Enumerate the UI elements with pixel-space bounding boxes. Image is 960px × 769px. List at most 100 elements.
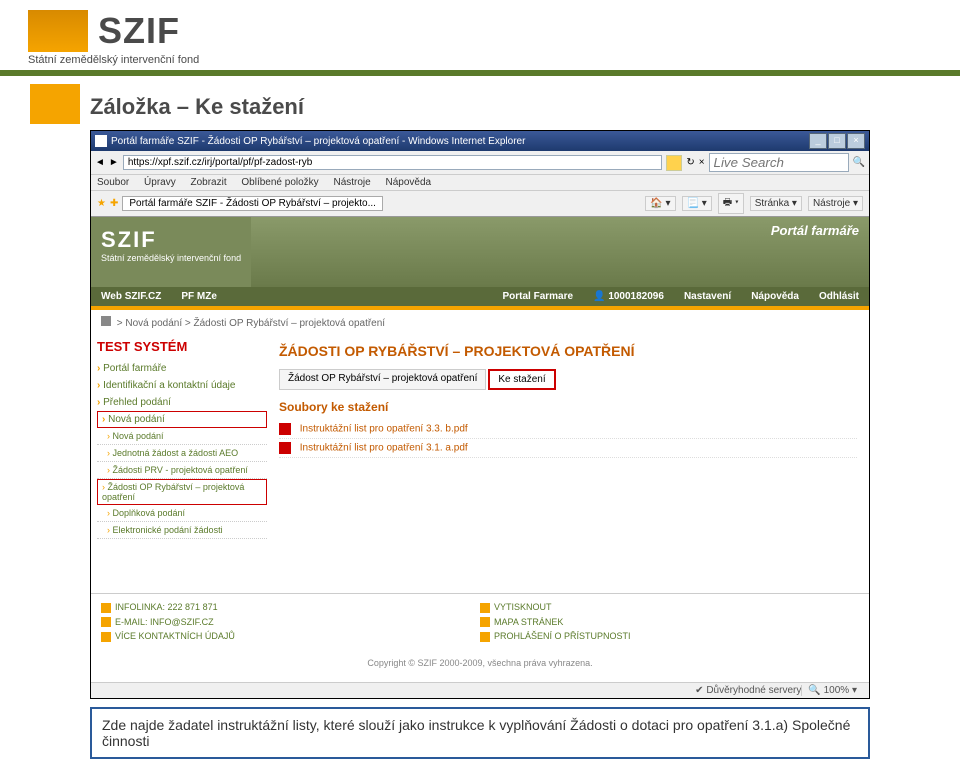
breadcrumb: > Nová podání > Žádosti OP Rybářství – p… (91, 310, 869, 335)
page-menu[interactable]: Stránka ▾ (750, 196, 802, 211)
nav-user-id[interactable]: 👤 1000182096 (583, 287, 674, 306)
print-button[interactable]: 🖶 ▾ (718, 193, 744, 214)
sidebar-sub-nova[interactable]: Nová podání (97, 428, 267, 445)
org-subtitle: Státní zemědělský intervenční fond (0, 52, 960, 70)
portal-banner: SZIF Státní zemědělský intervenční fond … (91, 217, 869, 287)
tab-zadost[interactable]: Žádost OP Rybářství – projektová opatřen… (279, 369, 486, 390)
tools-menu[interactable]: Nástroje ▾ (808, 196, 863, 211)
home-button[interactable]: 🏠 ▾ (645, 196, 675, 211)
file-row: Instruktážní list pro opatření 3.3. b.pd… (279, 420, 857, 439)
logo-mark (28, 10, 88, 52)
browser-tab-active[interactable]: Portál farmáře SZIF - Žádosti OP Rybářst… (122, 196, 383, 211)
sidebar-item-ident[interactable]: Identifikační a kontaktní údaje (97, 377, 267, 394)
menu-edit[interactable]: Úpravy (144, 177, 176, 188)
sidebar-sub-jednotna[interactable]: Jednotná žádost a žádosti AEO (97, 445, 267, 462)
sitemap-link[interactable]: MAPA STRÁNEK (494, 617, 563, 627)
nav-settings[interactable]: Nastavení (674, 287, 741, 306)
zoom-control[interactable]: 🔍 100% ▾ (801, 685, 863, 696)
tab-label: Portál farmáře SZIF - Žádosti OP Rybářst… (129, 198, 376, 209)
window-title: Portál farmáře SZIF - Žádosti OP Rybářst… (111, 136, 525, 147)
main-content: ŽÁDOSTI OP RYBÁŘSTVÍ – PROJEKTOVÁ OPATŘE… (267, 335, 869, 543)
stop-icon[interactable]: × (699, 157, 705, 168)
content-tabs: Žádost OP Rybářství – projektová opatřen… (279, 369, 857, 390)
portal-nav: Web SZIF.CZ PF MZe Portal Farmare 👤 1000… (91, 287, 869, 310)
print-icon (480, 603, 490, 613)
file-row: Instruktážní list pro opatření 3.1. a.pd… (279, 439, 857, 458)
org-logo: SZIF (28, 10, 180, 52)
divider-bar (0, 70, 960, 76)
portal-label: Portál farmáře (771, 223, 859, 238)
file-link-1[interactable]: Instruktážní list pro opatření 3.3. b.pd… (300, 424, 468, 435)
browser-toolbar: ★ ✚ Portál farmáře SZIF - Žádosti OP Ryb… (91, 191, 869, 217)
pdf-icon (279, 423, 291, 435)
favorites-icon[interactable]: ★ (97, 198, 106, 209)
email-link[interactable]: INFO@SZIF.CZ (150, 617, 214, 627)
security-zone: ✔ Důvěryhodné servery (695, 685, 801, 696)
mail-icon (101, 617, 111, 627)
window-titlebar: Portál farmáře SZIF - Žádosti OP Rybářst… (91, 131, 869, 151)
section-title: Soubory ke stažení (279, 400, 857, 414)
accessibility-icon (480, 632, 490, 642)
menu-tools[interactable]: Nástroje (333, 177, 370, 188)
nav-portal-farmare[interactable]: Portal Farmare (492, 287, 583, 306)
browser-window: Portál farmáře SZIF - Žádosti OP Rybářst… (90, 130, 870, 699)
home-icon[interactable] (101, 316, 111, 326)
portal-footer: INFOLINKA: 222 871 871 E-MAIL: INFO@SZIF… (91, 593, 869, 650)
browser-menubar: Soubor Úpravy Zobrazit Oblíbené položky … (91, 175, 869, 191)
phone-icon (101, 603, 111, 613)
feed-button[interactable]: 📃 ▾ (682, 196, 712, 211)
slide-title: Záložka – Ke stažení (0, 94, 960, 130)
sidebar-sub-rybarstvi[interactable]: Žádosti OP Rybářství – projektová opatře… (97, 479, 267, 505)
menu-favorites[interactable]: Oblíbené položky (241, 177, 318, 188)
print-link[interactable]: VYTISKNOUT (494, 602, 552, 612)
sidebar-item-prehled[interactable]: Přehled podání (97, 394, 267, 411)
copyright: Copyright © SZIF 2000-2009, všechna práv… (91, 650, 869, 682)
lock-icon (666, 155, 682, 171)
minimize-button[interactable]: _ (809, 133, 827, 149)
sidebar-item-portal[interactable]: Portál farmáře (97, 360, 267, 377)
callout-text: Zde najde žadatel instruktážní listy, kt… (102, 717, 850, 749)
sidebar-sub-prv[interactable]: Žádosti PRV - projektová opatření (97, 462, 267, 479)
nav-forward-icon[interactable]: ► (109, 157, 119, 168)
refresh-icon[interactable]: ↻ (686, 157, 694, 168)
menu-file[interactable]: Soubor (97, 177, 129, 188)
address-input[interactable] (123, 155, 663, 170)
more-contacts-link[interactable]: VÍCE KONTAKTNÍCH ÚDAJŮ (115, 631, 235, 641)
sidebar-item-nova-podani[interactable]: Nová podání (97, 411, 267, 428)
menu-view[interactable]: Zobrazit (191, 177, 227, 188)
sidebar: TEST SYSTÉM Portál farmáře Identifikační… (91, 335, 267, 543)
menu-help[interactable]: Nápověda (386, 177, 432, 188)
pdf-icon (279, 442, 291, 454)
portal-logo-subtitle: Státní zemědělský intervenční fond (101, 253, 241, 263)
maximize-button[interactable]: □ (828, 133, 846, 149)
ie-icon (95, 135, 107, 147)
tab-ke-stazeni[interactable]: Ke stažení (488, 369, 555, 390)
nav-help[interactable]: Nápověda (741, 287, 809, 306)
breadcrumb-text: > Nová podání > Žádosti OP Rybářství – p… (117, 318, 385, 329)
callout-box: Zde najde žadatel instruktážní listy, kt… (90, 707, 870, 759)
add-favorite-icon[interactable]: ✚ (110, 198, 118, 209)
file-link-2[interactable]: Instruktážní list pro opatření 3.1. a.pd… (300, 443, 468, 454)
infolinka-number: 222 871 871 (168, 602, 218, 612)
portal-logo-text: SZIF (101, 227, 241, 253)
org-logo-text: SZIF (98, 10, 180, 52)
nav-logout[interactable]: Odhlásit (809, 287, 869, 306)
sitemap-icon (480, 617, 490, 627)
nav-back-icon[interactable]: ◄ (95, 157, 105, 168)
nav-web-szif[interactable]: Web SZIF.CZ (91, 287, 171, 306)
slide-header: SZIF (0, 0, 960, 52)
email-label: E-MAIL: (115, 617, 148, 627)
address-bar-row: ◄ ► ↻ × 🔍 (91, 151, 869, 175)
accessibility-link[interactable]: PROHLÁŠENÍ O PŘÍSTUPNOSTI (494, 631, 631, 641)
close-button[interactable]: × (847, 133, 865, 149)
sidebar-sub-doplnkova[interactable]: Doplňková podání (97, 505, 267, 522)
search-go-icon[interactable]: 🔍 (853, 157, 865, 168)
contacts-icon (101, 632, 111, 642)
browser-statusbar: ✔ Důvěryhodné servery 🔍 100% ▾ (91, 682, 869, 698)
sidebar-sub-elektron[interactable]: Elektronické podání žádosti (97, 522, 267, 539)
search-input[interactable] (709, 153, 849, 172)
nav-pf-mze[interactable]: PF MZe (171, 287, 227, 306)
test-system-label: TEST SYSTÉM (97, 339, 267, 354)
infolinka-label: INFOLINKA: (115, 602, 165, 612)
page-heading: ŽÁDOSTI OP RYBÁŘSTVÍ – PROJEKTOVÁ OPATŘE… (279, 343, 857, 359)
